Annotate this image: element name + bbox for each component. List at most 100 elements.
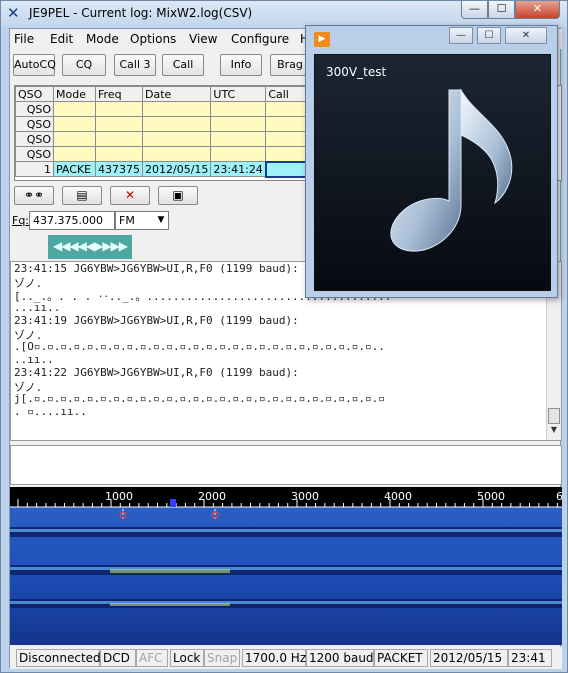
row-label: 1	[15, 161, 54, 177]
status-lock[interactable]: Lock	[170, 649, 204, 667]
call-button[interactable]: Call	[162, 54, 204, 76]
log-line: 23:41:19 JG6YBW>JG6YBW>UI,R,F0 (1199 bau…	[14, 314, 299, 327]
cell-date[interactable]	[141, 131, 212, 147]
music-note-icon	[390, 88, 513, 252]
cell-freq[interactable]	[95, 101, 143, 117]
popup-maximize-button[interactable]: ☐	[477, 27, 501, 44]
log-line: ..ıı..	[14, 353, 54, 366]
transmit-text-area[interactable]	[10, 445, 562, 485]
status-afc[interactable]: AFC	[136, 649, 168, 667]
table-row[interactable]: QSO	[15, 131, 319, 147]
grid-header-row: QSO Mode Freq Date UTC Call	[15, 86, 319, 102]
row-label: QSO	[15, 101, 54, 117]
col-header[interactable]: Date	[141, 86, 212, 102]
cell-utc[interactable]	[210, 146, 267, 162]
ruler-label: 2000	[198, 490, 226, 503]
mode-value: FM	[119, 214, 135, 227]
log-line: .[O▫.▫.▫.▫.▫.▫.▫.▫.▫.▫.▫.▫.▫.▫.▫.▫.▫.▫.▫…	[14, 340, 385, 353]
status-dcd: DCD	[100, 649, 136, 667]
binoculars-icon[interactable]: ⚭⚭	[14, 186, 54, 205]
ruler-label: 5000	[477, 490, 505, 503]
cell-date[interactable]	[141, 146, 212, 162]
tuning-marker[interactable]	[170, 499, 176, 507]
cell-mode[interactable]	[53, 116, 96, 132]
ruler-label: 6	[556, 490, 562, 503]
fq-label: Fq:	[12, 214, 30, 227]
cell-mode[interactable]	[53, 146, 96, 162]
cell-date[interactable]: 2012/05/15	[141, 161, 212, 177]
col-header[interactable]: Mode	[53, 86, 96, 102]
table-row[interactable]: QSO	[15, 146, 319, 162]
menu-mode[interactable]: Mode	[86, 32, 119, 46]
col-header[interactable]: Freq	[95, 86, 143, 102]
delete-icon[interactable]: ✕	[110, 186, 150, 205]
tuning-arrows[interactable]: ◀◀◀◀◀▶▶▶▶	[48, 235, 132, 259]
media-display: 300V_test	[314, 54, 551, 291]
popup-minimize-button[interactable]: —	[449, 27, 473, 44]
menu-configure[interactable]: Configure	[231, 32, 289, 46]
call3-button[interactable]: Call 3	[114, 54, 156, 76]
col-header[interactable]: QSO	[15, 86, 54, 102]
chevron-down-icon: ▼	[157, 215, 165, 225]
status-baud: 1200 baud	[306, 649, 374, 667]
table-row[interactable]: QSO	[15, 116, 319, 132]
minimize-button[interactable]: —	[461, 1, 488, 19]
log-line: j[.▫.▫.▫.▫.▫.▫.▫.▫.▫.▫.▫.▫.▫.▫.▫.▫.▫.▫.▫…	[14, 392, 385, 405]
col-header[interactable]: UTC	[210, 86, 267, 102]
log-line: ...ıı..	[14, 301, 61, 314]
menu-edit[interactable]: Edit	[50, 32, 73, 46]
cell-utc[interactable]	[210, 116, 267, 132]
cell-mode[interactable]	[53, 131, 96, 147]
cell-utc[interactable]	[210, 131, 267, 147]
cell-date[interactable]	[141, 116, 212, 132]
cq-button[interactable]: CQ	[62, 54, 106, 76]
frequency-bar: Fq: FM ▼	[10, 209, 310, 233]
status-frequency: 1700.0 Hz	[242, 649, 306, 667]
table-row[interactable]: 1 PACKE 437375 2012/05/15 23:41:24	[15, 160, 319, 178]
media-player-icon: ▶	[314, 32, 330, 47]
status-connection: Disconnected	[16, 649, 101, 667]
menu-view[interactable]: View	[189, 32, 217, 46]
ruler-label: 1000	[105, 490, 133, 503]
log-line: 23:41:22 JG6YBW>JG6YBW>UI,R,F0 (1199 bau…	[14, 366, 299, 379]
main-window: ✕ JE9PEL - Current log: MixW2.log(CSV) —…	[0, 0, 568, 673]
title-bar[interactable]: ✕ JE9PEL - Current log: MixW2.log(CSV) —…	[1, 1, 567, 27]
row-label: QSO	[15, 116, 54, 132]
log-line: . ▫....ıı..	[14, 405, 87, 418]
mode-select[interactable]: FM ▼	[115, 211, 169, 230]
autocq-button[interactable]: AutoCQ	[13, 54, 56, 76]
cell-date[interactable]	[141, 101, 212, 117]
cell-utc[interactable]: 23:41:24	[210, 161, 267, 177]
menu-file[interactable]: File	[14, 32, 34, 46]
scroll-down-icon[interactable]: ▼	[548, 425, 560, 438]
cell-freq[interactable]	[95, 116, 143, 132]
cell-utc[interactable]	[210, 101, 267, 117]
ruler-label: 3000	[291, 490, 319, 503]
menu-options[interactable]: Options	[130, 32, 176, 46]
status-bar: Disconnected DCD AFC Lock Snap 1700.0 Hz…	[10, 647, 562, 669]
close-button[interactable]: ✕	[515, 1, 560, 19]
app-x-icon: ✕	[7, 4, 20, 22]
cell-mode[interactable]: PACKE	[53, 161, 96, 177]
cell-freq[interactable]	[95, 131, 143, 147]
popup-close-button[interactable]: ✕	[505, 27, 547, 44]
cell-mode[interactable]	[53, 101, 96, 117]
media-player-window[interactable]: ▶ — ☐ ✕ 300V_test	[305, 25, 558, 298]
maximize-button[interactable]: ☐	[488, 1, 515, 19]
frequency-input[interactable]	[29, 211, 115, 230]
row-label: QSO	[15, 146, 54, 162]
status-snap[interactable]: Snap	[204, 649, 240, 667]
ruler-label: 4000	[384, 490, 412, 503]
log-form-icon[interactable]: ▤	[62, 186, 102, 205]
scrollbar-thumb[interactable]	[548, 408, 560, 424]
table-row[interactable]: QSO	[15, 101, 319, 117]
info-button[interactable]: Info	[220, 54, 262, 76]
waterfall-panel[interactable]: 1000 2000 3000 4000 5000 6	[10, 487, 568, 645]
cell-freq[interactable]: 437375	[95, 161, 143, 177]
status-time: 23:41	[508, 649, 552, 667]
status-date: 2012/05/15	[430, 649, 508, 667]
cell-freq[interactable]	[95, 146, 143, 162]
brag-button[interactable]: Brag	[270, 54, 310, 76]
save-icon[interactable]: ▣	[158, 186, 198, 205]
waterfall-graphic: 1000 2000 3000 4000 5000 6	[10, 487, 568, 645]
